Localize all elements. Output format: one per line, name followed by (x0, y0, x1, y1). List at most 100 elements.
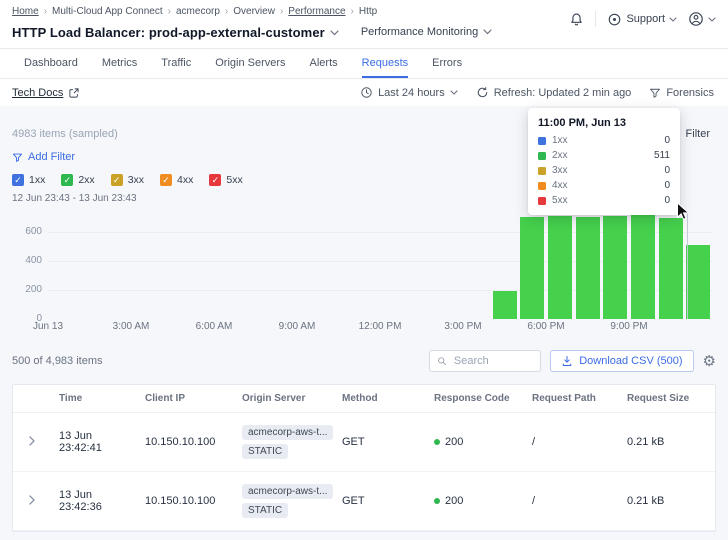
title-chevron-down-icon[interactable] (330, 23, 339, 41)
x-axis-label-jun-13: Jun 13 (33, 321, 63, 332)
tab-requests[interactable]: Requests (362, 49, 408, 78)
breadcrumb-separator: › (168, 6, 171, 17)
filter-button[interactable]: Filter (686, 128, 710, 140)
time-range-selector[interactable]: Last 24 hours (360, 86, 458, 99)
response-code-value: 200 (445, 436, 463, 448)
checkbox-3xx-icon[interactable]: ✓ (111, 174, 123, 186)
column-header-method[interactable]: Method (334, 393, 426, 404)
table-header-row: TimeClient IPOrigin ServerMethodResponse… (13, 385, 715, 413)
y-axis-label-600: 600 (25, 226, 42, 237)
checkbox-4xx-icon[interactable]: ✓ (160, 174, 172, 186)
tooltip-row-3xx: 3xx0 (538, 165, 670, 176)
row-expand-chevron[interactable] (13, 495, 51, 508)
tech-docs-link[interactable]: Tech Docs (12, 87, 80, 99)
chart-hover-line (687, 211, 688, 319)
column-header-request-size[interactable]: Request Size (619, 393, 715, 404)
breadcrumb: Home›Multi-Cloud App Connect›acmecorp›Ov… (12, 6, 492, 17)
legend-swatch-2xx (538, 152, 546, 160)
row-expand-chevron[interactable] (13, 436, 51, 449)
download-csv-button[interactable]: Download CSV (500) (550, 350, 693, 372)
tab-traffic[interactable]: Traffic (161, 49, 191, 78)
breadcrumb-separator: › (44, 6, 47, 17)
x-axis-label-3-00-pm: 3:00 PM (444, 321, 481, 332)
status-filter-3xx[interactable]: ✓ 3xx (111, 174, 144, 186)
tooltip-label-2xx: 2xx (552, 150, 654, 161)
result-count: 500 of 4,983 items (12, 355, 103, 367)
tooltip-rows: 1xx02xx5113xx04xx05xx0 (538, 135, 670, 206)
search-input[interactable] (452, 354, 533, 368)
column-header-request-path[interactable]: Request Path (524, 393, 619, 404)
column-header-response-code[interactable]: Response Code (426, 393, 524, 404)
table-settings-gear-icon[interactable]: ⚙ (703, 354, 716, 369)
forensics-button[interactable]: Forensics (649, 87, 714, 99)
breadcrumb-item-acmecorp[interactable]: acmecorp (176, 6, 220, 17)
tooltip-value-1xx: 0 (664, 135, 670, 146)
chart-bar-7-00-pm[interactable] (576, 217, 600, 319)
cell-origin-server: acmecorp-aws-t...STATIC (234, 425, 334, 459)
status-filter-label-1xx: 1xx (29, 174, 45, 186)
tab-metrics[interactable]: Metrics (102, 49, 137, 78)
chart-bar-4-00-pm[interactable] (493, 291, 517, 319)
tab-origin-servers[interactable]: Origin Servers (215, 49, 285, 78)
cell-request-size: 0.21 kB (619, 436, 715, 448)
breadcrumb-item-performance[interactable]: Performance (288, 6, 345, 17)
filter-label: Filter (686, 128, 710, 140)
checkbox-2xx-icon[interactable]: ✓ (61, 174, 73, 186)
refresh-label: Refresh: Updated 2 min ago (494, 87, 632, 99)
performance-monitoring-dropdown[interactable]: Performance Monitoring (361, 26, 492, 38)
cell-time: 13 Jun 23:42:41 (51, 430, 137, 454)
tooltip-row-5xx: 5xx0 (538, 195, 670, 206)
origin-tag-acmecorp-aws-t: acmecorp-aws-t... (242, 484, 333, 499)
breadcrumb-item-http[interactable]: Http (359, 6, 377, 17)
status-filter-2xx[interactable]: ✓2xx (61, 174, 94, 186)
breadcrumb-item-multi-cloud-app-connect[interactable]: Multi-Cloud App Connect (52, 6, 163, 17)
chart-bar-11-00-pm[interactable] (686, 245, 710, 319)
status-filter-5xx[interactable]: ✓5xx (209, 174, 242, 186)
chevron-down-icon (708, 17, 716, 22)
cell-method: GET (334, 436, 426, 448)
support-menu-button[interactable]: Support (607, 12, 677, 27)
chart-bar-9-00-pm[interactable] (631, 215, 655, 319)
legend-swatch-4xx (538, 182, 546, 190)
chart-bar-8-00-pm[interactable] (603, 216, 627, 319)
section-tabs: Dashboard Metrics Traffic Origin Servers Ale… (0, 49, 728, 79)
x-axis-label-9-00-pm: 9:00 PM (610, 321, 647, 332)
checkbox-5xx-icon[interactable]: ✓ (209, 174, 221, 186)
status-filter-4xx[interactable]: ✓4xx (160, 174, 193, 186)
tab-alerts[interactable]: Alerts (310, 49, 338, 78)
notifications-button[interactable] (569, 12, 584, 27)
legend-swatch-3xx (538, 167, 546, 175)
tooltip-row-2xx: 2xx511 (538, 150, 670, 161)
chart-bar-10-00-pm[interactable] (659, 218, 683, 319)
table-row: 13 Jun 23:42:4110.150.10.100acmecorp-aws… (13, 413, 715, 472)
tab-errors[interactable]: Errors (432, 49, 462, 78)
tooltip-value-3xx: 0 (664, 165, 670, 176)
column-header-client-ip[interactable]: Client IP (137, 393, 234, 404)
chart-bar-5-00-pm[interactable] (520, 217, 544, 319)
checkbox-1xx-icon[interactable]: ✓ (12, 174, 24, 186)
time-range-label: Last 24 hours (378, 87, 445, 99)
breadcrumb-item-overview[interactable]: Overview (233, 6, 275, 17)
chart-bar-6-00-pm[interactable] (548, 216, 572, 319)
status-dot-icon (434, 439, 440, 445)
user-menu-button[interactable] (688, 11, 716, 27)
external-link-icon (68, 87, 80, 99)
column-header-origin-server[interactable]: Origin Server (234, 393, 334, 404)
user-avatar-icon (688, 11, 704, 27)
cell-time: 13 Jun 23:42:36 (51, 489, 137, 513)
add-filter-button[interactable]: Add Filter (12, 151, 75, 163)
table-body: 13 Jun 23:42:4110.150.10.100acmecorp-aws… (13, 413, 715, 531)
breadcrumb-item-home[interactable]: Home (12, 6, 39, 17)
search-box[interactable] (429, 350, 541, 372)
chevron-right-icon (29, 436, 35, 446)
requests-table: TimeClient IPOrigin ServerMethodResponse… (12, 384, 716, 532)
forensics-label: Forensics (666, 87, 714, 99)
tooltip-value-4xx: 0 (664, 180, 670, 191)
tab-dashboard[interactable]: Dashboard (24, 49, 78, 78)
status-filter-1xx[interactable]: ✓ 1xx (12, 174, 45, 186)
column-header-time[interactable]: Time (51, 393, 137, 404)
page-title: HTTP Load Balancer: prod-app-external-cu… (12, 25, 325, 40)
status-filter-label-3xx: 3xx (128, 174, 144, 186)
cell-method: GET (334, 495, 426, 507)
refresh-button[interactable]: Refresh: Updated 2 min ago (476, 86, 632, 99)
